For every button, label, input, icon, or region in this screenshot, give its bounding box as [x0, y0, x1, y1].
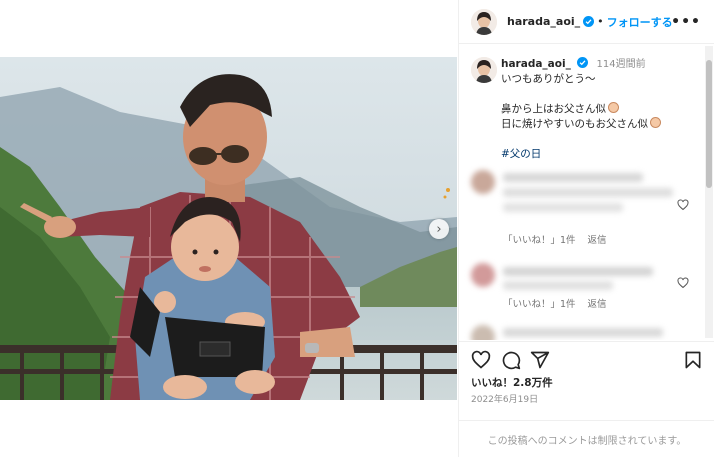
caption-line: いつもありがとう～ — [501, 73, 596, 85]
comments-section: harada_aoi_ 114週間前 いつもありがとう～ 鼻から上はお父さん似 … — [459, 45, 714, 340]
comment-text-blurred — [503, 267, 653, 276]
comments-disabled-notice: この投稿へのコメントは制限されています。 — [459, 420, 714, 457]
verified-badge-icon — [583, 16, 595, 27]
comment-text-blurred — [503, 173, 643, 182]
comment-likes-count[interactable]: 「いいね！」1件 — [503, 299, 576, 310]
comment-meta: 「いいね！」1件 返信 — [503, 232, 619, 246]
post-header: harada_aoi_ • フォローする ••• — [459, 0, 714, 44]
comment-like-heart-icon[interactable] — [677, 199, 689, 211]
comment-likes-count[interactable]: 「いいね！」1件 — [503, 235, 576, 246]
caption-username[interactable]: harada_aoi_ — [501, 58, 571, 70]
post-actions: いいね！2.8万件 2022年6月19日 この投稿へのコメントは制限されています… — [459, 341, 714, 457]
username-link[interactable]: harada_aoi_ — [507, 15, 580, 28]
verified-badge-icon — [577, 57, 589, 68]
comment-text-blurred — [503, 188, 673, 197]
hashtag-link[interactable]: #父の日 — [501, 147, 701, 162]
chevron-right-icon: › — [436, 221, 442, 237]
comment-avatar[interactable] — [471, 263, 495, 287]
comment-text-blurred — [503, 281, 613, 290]
comment-reply-button[interactable]: 返信 — [588, 299, 607, 310]
separator-dot: • — [597, 15, 604, 28]
caption-line: 日に焼けやすいのもお父さん似 — [501, 118, 648, 130]
next-photo-button[interactable]: › — [429, 219, 449, 239]
bookmark-icon[interactable] — [683, 350, 703, 370]
face-emoji-icon — [608, 102, 619, 113]
more-options-icon[interactable]: ••• — [671, 14, 701, 30]
follow-button[interactable]: フォローする — [607, 14, 673, 30]
heart-icon[interactable] — [471, 350, 491, 370]
comment-meta: 「いいね！」1件 返信 — [503, 296, 619, 310]
comment-icon[interactable] — [501, 350, 521, 370]
post-date[interactable]: 2022年6月19日 — [471, 392, 538, 405]
avatar[interactable] — [471, 8, 497, 35]
post-photo[interactable] — [0, 57, 457, 400]
face-emoji-icon — [650, 117, 661, 128]
comment-like-heart-icon[interactable] — [677, 277, 689, 289]
caption-timestamp[interactable]: 114週間前 — [597, 59, 646, 70]
comment-avatar[interactable] — [471, 325, 495, 340]
comment-text-blurred — [503, 203, 623, 212]
post-media: › — [0, 0, 457, 457]
caption: harada_aoi_ 114週間前 いつもありがとう～ 鼻から上はお父さん似 … — [471, 57, 701, 162]
likes-count[interactable]: いいね！2.8万件 — [471, 375, 553, 390]
action-icons-row — [471, 350, 703, 372]
comments-scrollbar-thumb[interactable] — [706, 60, 712, 188]
avatar[interactable] — [471, 57, 497, 83]
share-icon[interactable] — [530, 350, 550, 370]
caption-line: 鼻から上はお父さん似 — [501, 103, 606, 115]
comment-reply-button[interactable]: 返信 — [588, 235, 607, 246]
comment-avatar[interactable] — [471, 170, 495, 194]
comment-text-blurred — [503, 328, 663, 337]
post-panel: harada_aoi_ • フォローする ••• harada_aoi_ 114… — [458, 0, 714, 457]
